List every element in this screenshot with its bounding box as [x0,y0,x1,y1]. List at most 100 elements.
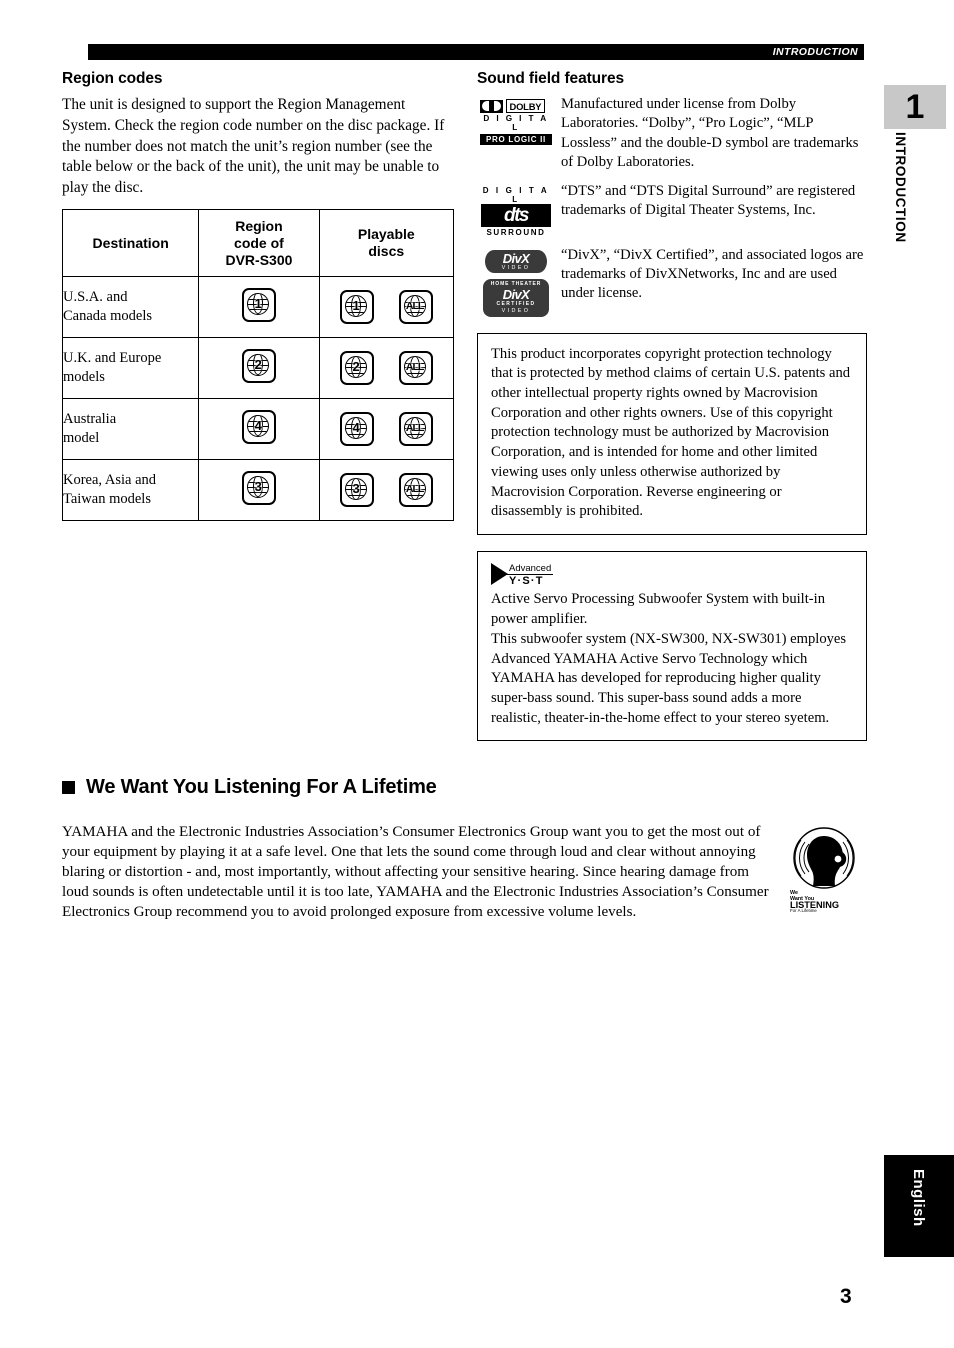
playable-header-line2: discs [368,243,405,259]
table-header-row: Destination Region code of DVR-S300 Play… [61,209,455,277]
globe-region-code-text: 1 [254,295,262,311]
globe-region-icon: 2 [339,351,374,385]
globe-all-text: ALL [405,422,424,434]
dolby-prologic-text: PRO LOGIC II [480,133,552,145]
running-head-label: INTRODUCTION [772,46,858,58]
dts-surround-text: SURROUND [486,227,546,237]
dolby-license-text: Manufactured under license from Dolby La… [561,96,859,171]
region-code-header-line1: Region [235,217,283,234]
column-header-region-code: Region code of DVR-S300 [198,209,320,277]
playable-discs-cell: 4 ALL [318,398,455,460]
sound-field-entry-dolby: DOLBY D I G I T A L PRO LOGIC II Manufac… [477,95,867,173]
globe-all-text: ALL [405,361,424,373]
chapter-name-vertical: INTRODUCTION [893,132,908,243]
region-codes-paragraph: The unit is designed to support the Regi… [62,96,445,197]
globe-all-text: ALL [405,300,424,312]
playable-discs-cell: 1 ALL [318,276,455,338]
divx-video-text: VIDEO [501,264,531,271]
column-header-destination: Destination [61,209,200,277]
advanced-yst-note-box: Advanced Y·S·T Active Servo Processing S… [477,550,867,742]
region-code-table: Destination Region code of DVR-S300 Play… [61,209,455,521]
globe-region-icon: 3 [339,473,374,507]
divx-certified-text: CERTIFIED [496,300,536,307]
destination-line1: Korea, Asia and [63,472,157,488]
globe-region-icon: 2 [241,348,276,383]
globe-region-icon: 1 [241,287,276,322]
region-code-cell: 3 [198,459,320,521]
globe-region-icon: 1 [339,290,374,324]
destination-line1: U.S.A. and [63,289,128,305]
chapter-number-label: 1 [905,88,925,126]
yst-wordmark: Y·S·T [509,575,544,588]
sound-field-entry-dts: D I G I T A L dts SURROUND “DTS” and “DT… [477,182,867,237]
advanced-yst-note-text: Active Servo Processing Subwoofer System… [491,591,847,726]
globe-all-region-icon: ALL [398,412,433,446]
playable-discs-cell: 3 ALL [318,459,455,521]
left-column: Region codes The unit is designed to sup… [62,70,454,199]
page-number: 3 [840,1285,852,1308]
globe-all-region-icon: ALL [398,473,433,507]
we-want-you-listening-for-a-lifetime-icon: We Want You LISTENING For A Lifetime [787,826,861,913]
region-code-cell: 4 [198,398,320,460]
divx-certified-wordmark: DivX [502,286,530,302]
destination-cell: Korea, Asia and Taiwan models [61,459,200,521]
globe-region-icon: 4 [339,412,374,446]
divx-logos: DivX VIDEO HOME THEATER DivX CERTIFIED V… [477,246,555,317]
sound-field-entry-divx: DivX VIDEO HOME THEATER DivX CERTIFIED V… [477,246,867,317]
divx-wordmark: DivX [502,250,530,266]
divx-certified-video-text: VIDEO [501,307,531,314]
svg-text:For A Lifetime: For A Lifetime [790,908,817,912]
lifetime-heading: We Want You Listening For A Lifetime [86,776,437,798]
destination-cell: Australia model [61,398,200,460]
table-row: Australia model 4 4 ALL [61,398,455,460]
globe-region-code-text: 2 [254,356,262,372]
macrovision-note-text: This product incorporates copyright prot… [491,345,851,520]
region-code-header-line3: DVR-S300 [225,251,293,268]
dolby-digital-pro-logic-ii-icon: DOLBY D I G I T A L PRO LOGIC II [477,95,555,173]
destination-line2: model [63,430,100,446]
globe-region-code-text: 3 [352,481,360,496]
globe-region-code-text: 2 [352,359,360,374]
divx-video-icon: DivX VIDEO [485,249,547,273]
macrovision-note-box: This product incorporates copyright prot… [477,332,867,535]
destination-line2: Canada models [63,308,152,324]
globe-region-code-text: 1 [352,298,360,313]
table-row: U.S.A. and Canada models 1 1 ALL [61,276,455,338]
dts-digital-surround-icon: D I G I T A L dts SURROUND [477,182,555,237]
destination-line1: U.K. and Europe [63,350,162,366]
destination-line1: Australia [63,411,117,427]
dolby-wordmark: DOLBY [506,99,545,113]
region-codes-title: Region codes [62,70,163,87]
playable-header-line1: Playable [357,226,415,242]
destination-cell: U.K. and Europe models [61,337,200,399]
dolby-digital-text: D I G I T A L [483,114,549,132]
divx-license-text: “DivX”, “DivX Certified”, and associated… [561,246,864,302]
yst-advanced-text: Advanced [505,564,554,576]
region-code-cell: 2 [198,337,320,399]
running-head-bar: INTRODUCTION [88,44,864,60]
region-code-header-line2: code of [234,234,284,251]
advanced-yst-icon: Advanced Y·S·T [491,562,853,588]
region-code-cell: 1 [198,276,320,338]
destination-cell: U.S.A. and Canada models [61,276,200,338]
playable-discs-cell: 2 ALL [318,337,455,399]
globe-all-region-icon: ALL [398,351,433,385]
lifetime-heading-row: We Want You Listening For A Lifetime [62,776,437,799]
table-row: U.K. and Europe models 2 2 ALL [61,337,455,399]
language-tab: English [884,1155,954,1257]
language-tab-label: English [910,1169,927,1227]
globe-region-code-text: 4 [352,420,360,435]
globe-all-text: ALL [405,483,424,495]
sound-field-features-title: Sound field features [477,70,624,87]
chapter-number-tab: 1 [884,85,946,129]
right-column: Sound field features DOLBY D I G I T A L… [477,70,867,742]
dts-glyph-text: dts [504,204,530,226]
double-d-icon [480,99,503,113]
globe-all-region-icon: ALL [398,290,433,324]
globe-region-code-text: 3 [254,478,262,494]
square-bullet-icon [62,781,75,794]
column-header-playable-discs: Playable discs [318,209,455,277]
globe-region-icon: 4 [241,409,276,444]
lifetime-paragraph: YAMAHA and the Electronic Industries Ass… [62,824,769,920]
destination-line2: models [63,369,105,385]
